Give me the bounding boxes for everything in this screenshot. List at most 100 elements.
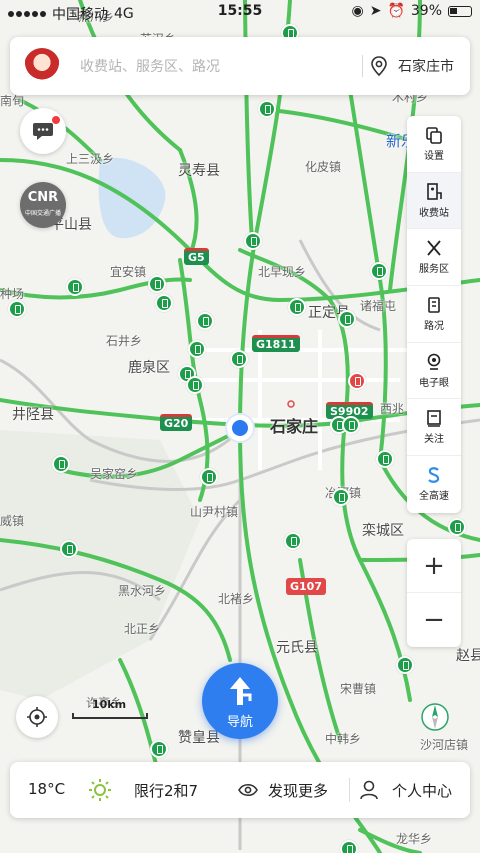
toll-station-marker[interactable] bbox=[284, 532, 302, 550]
toll-station-marker[interactable] bbox=[258, 100, 276, 118]
temperature[interactable]: 18°C bbox=[28, 780, 65, 798]
user-icon[interactable] bbox=[360, 780, 378, 800]
tool-traffic[interactable]: 路况 bbox=[407, 286, 461, 343]
map-label: 山尹村镇 bbox=[190, 505, 239, 519]
zoom-out-button[interactable]: − bbox=[407, 593, 461, 647]
compass-icon[interactable] bbox=[420, 700, 450, 734]
city-center-marker bbox=[287, 400, 295, 408]
sun-icon[interactable] bbox=[88, 778, 112, 802]
traffic-alert-marker[interactable] bbox=[348, 372, 366, 390]
map-label: 上三汲乡 bbox=[66, 152, 115, 166]
toll-station-marker[interactable] bbox=[396, 656, 414, 674]
search-input[interactable]: 收费站、服务区、路况 bbox=[80, 56, 220, 76]
navigation-arrow-icon bbox=[230, 677, 252, 705]
tool-label: 服务区 bbox=[419, 264, 449, 276]
toll-station-marker[interactable] bbox=[244, 232, 262, 250]
crosshair-icon bbox=[27, 707, 47, 727]
map-label: 灵寿县 bbox=[178, 163, 220, 179]
service-area-icon bbox=[427, 240, 441, 256]
toll-station-marker[interactable] bbox=[52, 455, 70, 473]
toll-station-marker[interactable] bbox=[376, 450, 394, 468]
map-label: 宋曹镇 bbox=[340, 682, 377, 696]
route-shield: G20 bbox=[160, 414, 193, 431]
tool-follow[interactable]: 关注 bbox=[407, 399, 461, 457]
toll-station-marker[interactable] bbox=[186, 376, 204, 394]
toll-station-marker[interactable] bbox=[332, 488, 350, 506]
toll-station-marker[interactable] bbox=[200, 468, 218, 486]
toll-station-marker[interactable] bbox=[338, 310, 356, 328]
tool-label: 电子眼 bbox=[419, 377, 449, 389]
traffic-icon bbox=[428, 297, 440, 313]
toll-station-marker[interactable] bbox=[155, 294, 173, 312]
toll-station-marker[interactable] bbox=[448, 518, 466, 536]
discover-more-button[interactable]: 发现更多 bbox=[268, 780, 328, 801]
map-label: 中韩乡 bbox=[325, 732, 362, 746]
alarm-icon: ⏰ bbox=[387, 3, 405, 19]
chat-icon bbox=[33, 123, 53, 140]
map-label: 栾城区 bbox=[362, 523, 404, 539]
zoom-in-button[interactable]: + bbox=[407, 539, 461, 593]
follow-icon bbox=[427, 410, 441, 428]
cnr-logo-text: CNR bbox=[27, 189, 59, 205]
map-label: 赞皇县 bbox=[178, 730, 220, 746]
location-pin-icon[interactable] bbox=[370, 56, 388, 76]
tool-highway[interactable]: 全高速 bbox=[407, 456, 461, 513]
reservoir bbox=[98, 157, 166, 239]
map-label: 元氏县 bbox=[276, 640, 318, 656]
tool-label: 路况 bbox=[424, 320, 444, 332]
map-label: 井陉县 bbox=[12, 407, 54, 423]
divider bbox=[349, 778, 350, 802]
navigate-button[interactable]: 导航 bbox=[202, 663, 278, 739]
tool-service-area[interactable]: 服务区 bbox=[407, 229, 461, 287]
map-label: 北褚乡 bbox=[218, 592, 255, 606]
tool-label: 关注 bbox=[424, 434, 444, 446]
map-label: 石井乡 bbox=[106, 334, 143, 348]
user-center-button[interactable]: 个人中心 bbox=[392, 780, 452, 801]
map-label-city: 石家庄 bbox=[270, 417, 319, 436]
map-label: 鹿泉区 bbox=[128, 360, 170, 376]
toll-station-marker[interactable] bbox=[230, 350, 248, 368]
locate-me-button[interactable] bbox=[16, 696, 58, 738]
avatar[interactable] bbox=[24, 48, 60, 84]
message-button[interactable] bbox=[20, 108, 66, 154]
divider bbox=[362, 55, 363, 77]
toll-station-marker[interactable] bbox=[196, 312, 214, 330]
tool-toll-station[interactable]: 收费站 bbox=[407, 172, 461, 230]
map-label: 赵县 bbox=[456, 648, 480, 664]
lock-rotation-icon: ◉ bbox=[351, 3, 364, 19]
map-label: 黑水河乡 bbox=[118, 584, 167, 598]
bottom-bar: 18°C 限行2和7 发现更多 个人中心 bbox=[10, 762, 470, 818]
zoom-control: + − bbox=[407, 539, 461, 647]
toll-station-marker[interactable] bbox=[66, 278, 84, 296]
map-label: 北早现乡 bbox=[258, 265, 307, 279]
toll-station-marker[interactable] bbox=[188, 340, 206, 358]
map-label: 西兆 bbox=[380, 402, 405, 416]
route-shield: G1811 bbox=[252, 335, 300, 352]
my-location-dot bbox=[232, 420, 248, 436]
traffic-restriction[interactable]: 限行2和7 bbox=[134, 780, 198, 801]
status-bar: 中国移动 4G 15:55 ◉ ➤ ⏰ 39% bbox=[0, 0, 480, 24]
tool-camera[interactable]: 电子眼 bbox=[407, 343, 461, 400]
toll-station-marker[interactable] bbox=[8, 300, 26, 318]
tool-settings[interactable]: 设置 bbox=[407, 116, 461, 173]
toll-station-marker[interactable] bbox=[342, 416, 360, 434]
toll-station-marker[interactable] bbox=[340, 840, 358, 853]
map-label: 沙河店镇 bbox=[420, 738, 469, 752]
toll-station-marker[interactable] bbox=[370, 262, 388, 280]
map-scale: 10km bbox=[72, 698, 152, 720]
camera-icon bbox=[427, 353, 441, 370]
map-label: 种场 bbox=[0, 287, 25, 301]
tool-label: 收费站 bbox=[419, 207, 449, 219]
map-toolbar: 设置 收费站 服务区 路况 电子眼 关注 全高速 bbox=[407, 116, 461, 513]
cnr-radio-button[interactable]: CNR 中国交通广播 bbox=[20, 182, 66, 228]
toll-station-marker[interactable] bbox=[148, 275, 166, 293]
location-arrow-icon: ➤ bbox=[369, 3, 382, 19]
battery-icon bbox=[448, 5, 472, 17]
toll-station-icon bbox=[427, 182, 442, 200]
toll-station-marker[interactable] bbox=[288, 298, 306, 316]
toll-station-marker[interactable] bbox=[150, 740, 168, 758]
city-selector[interactable]: 石家庄市 bbox=[398, 56, 454, 76]
eye-icon[interactable] bbox=[238, 781, 258, 799]
toll-station-marker[interactable] bbox=[60, 540, 78, 558]
map-label: 威镇 bbox=[0, 514, 25, 528]
